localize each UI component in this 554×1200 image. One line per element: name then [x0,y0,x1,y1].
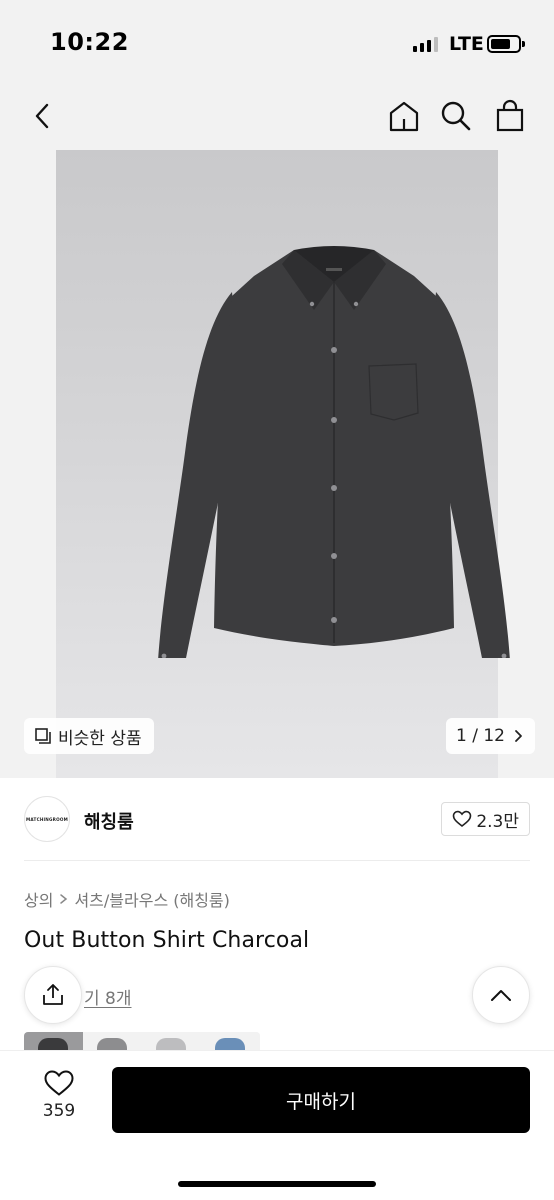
network-type: LTE [449,33,484,55]
divider [24,860,530,861]
heart-icon [453,810,472,828]
search-icon [441,101,471,131]
chevron-right-icon [515,730,522,742]
chevron-up-icon [491,990,511,1001]
image-counter-text: 1 / 12 [456,726,505,746]
brand-like-count: 2.3만 [476,811,519,832]
image-counter[interactable]: 1 / 12 [446,718,535,754]
status-bar: 10:22 LTE [0,0,554,88]
shirt-image [158,246,510,658]
share-icon [43,984,63,1005]
color-thumbnail[interactable] [83,1032,142,1050]
bottom-action-bar: 359 구매하기 [0,1050,554,1200]
color-swatch [215,1038,245,1050]
brand-like-button[interactable]: 2.3만 [441,802,530,836]
similar-products-icon [35,728,51,744]
brand-logo-text: MATCHINGROOM [26,816,68,822]
color-thumbnail[interactable] [201,1032,260,1050]
search-button[interactable] [436,94,476,138]
color-thumbnail[interactable] [24,1032,83,1050]
color-swatch [156,1038,186,1050]
back-icon [35,103,49,129]
cart-button[interactable] [490,94,530,138]
color-swatch [97,1038,127,1050]
battery-icon [487,35,525,53]
status-time: 10:22 [50,28,129,56]
home-button[interactable] [384,94,424,138]
signal-icon [413,36,439,52]
home-indicator [178,1181,376,1187]
brand-row: MATCHINGROOM 해칭룸 2.3만 [24,794,530,846]
chevron-right-icon [60,894,68,904]
brand-name[interactable]: 해칭룸 [84,808,134,834]
shopping-bag-icon [496,99,524,132]
similar-products-button[interactable]: 비슷한 상품 [24,718,154,754]
wishlist-count: 359 [42,1101,76,1121]
color-swatch [38,1038,68,1050]
color-thumbnail[interactable] [142,1032,201,1050]
color-thumbnails [24,1032,260,1050]
review-link[interactable]: 기 8개 [84,984,132,1009]
navigation-bar [0,88,554,150]
back-button[interactable] [22,94,62,138]
brand-logo[interactable]: MATCHINGROOM [24,796,70,842]
wishlist-button[interactable]: 359 [30,1069,88,1131]
similar-products-label: 비슷한 상품 [58,728,142,749]
breadcrumb: 상의 셔츠/블라우스 (해칭룸) [24,887,230,911]
share-button[interactable] [24,966,82,1024]
product-title: Out Button Shirt Charcoal [24,928,310,953]
scroll-to-top-button[interactable] [472,966,530,1024]
heart-icon [44,1070,74,1096]
home-icon [389,101,419,132]
breadcrumb-level1[interactable]: 상의 [24,887,53,911]
buy-button[interactable]: 구매하기 [112,1067,530,1133]
product-image-gallery[interactable]: 비슷한 상품 1 / 12 [0,150,554,778]
breadcrumb-level2[interactable]: 셔츠/블라우스 (해칭룸) [74,887,229,911]
product-image[interactable] [56,150,510,778]
